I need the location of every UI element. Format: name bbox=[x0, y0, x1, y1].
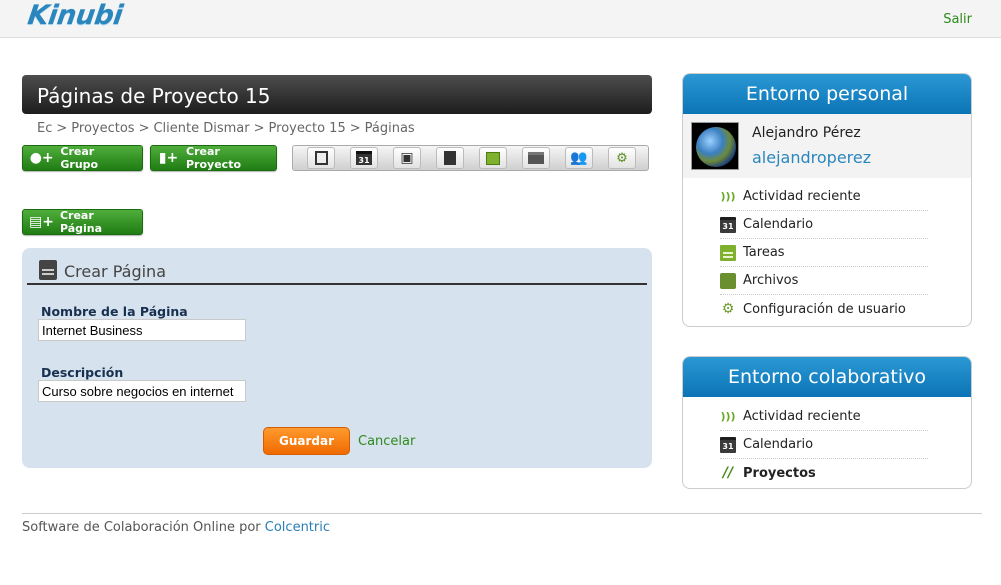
create-page-button[interactable]: ▤+ Crear Página bbox=[22, 209, 143, 235]
collab-item-calendar[interactable]: 31 Calendario bbox=[720, 431, 928, 459]
menu-item-label: Actividad reciente bbox=[743, 189, 861, 204]
personal-menu: ))) Actividad reciente 31 Calendario Tarea… bbox=[683, 178, 971, 323]
create-group-button[interactable]: ●+ Crear Grupo bbox=[22, 145, 143, 171]
breadcrumb-separator: > bbox=[56, 121, 68, 136]
top-bar: Kinubi Salir bbox=[0, 0, 1001, 38]
menu-item-label: Proyectos bbox=[743, 465, 816, 481]
page-name-label: Nombre de la Página bbox=[41, 304, 188, 319]
calendar-icon[interactable]: 31 bbox=[350, 147, 378, 169]
footer-divider bbox=[22, 513, 982, 514]
page-title: Páginas de Proyecto 15 bbox=[22, 75, 652, 114]
collab-box-title: Entorno colaborativo bbox=[683, 357, 971, 397]
footer-text: Software de Colaboración Online por bbox=[22, 520, 265, 535]
menu-item-label: Calendario bbox=[743, 217, 814, 232]
settings-icon: ⚙ bbox=[721, 301, 735, 317]
create-page-panel: Crear Página Nombre de la Página Descrip… bbox=[22, 248, 652, 468]
username-link[interactable]: alejandroperez bbox=[752, 148, 871, 167]
users-icon[interactable]: 👥 bbox=[565, 147, 593, 169]
description-label: Descripción bbox=[41, 365, 124, 380]
breadcrumb-separator: > bbox=[253, 121, 265, 136]
tasks-icon bbox=[720, 244, 736, 261]
breadcrumb-separator: > bbox=[138, 121, 150, 136]
avatar[interactable] bbox=[691, 122, 739, 170]
footer: Software de Colaboración Online por Colc… bbox=[22, 520, 330, 535]
breadcrumb-item[interactable]: Cliente Dismar bbox=[153, 121, 249, 136]
group-add-icon: ●+ bbox=[29, 150, 54, 166]
breadcrumb-item: Páginas bbox=[364, 121, 415, 136]
folder-icon bbox=[720, 272, 736, 289]
folder-icon[interactable] bbox=[522, 147, 550, 169]
breadcrumb: Ec > Proyectos > Cliente Dismar > Proyecto 15 >… bbox=[37, 121, 415, 136]
rss-icon: ))) bbox=[720, 190, 736, 203]
projects-icon: // bbox=[722, 465, 734, 481]
calendar-icon: 31 bbox=[720, 436, 736, 453]
menu-item-label: Tareas bbox=[743, 245, 785, 260]
cancel-link[interactable]: Cancelar bbox=[358, 434, 415, 449]
calendar-icon: 31 bbox=[720, 216, 736, 233]
personal-environment-box: Entorno personal Alejandro Pérez alejand… bbox=[682, 73, 972, 327]
menu-item-label: Actividad reciente bbox=[743, 409, 861, 424]
create-project-button[interactable]: ▮+ Crear Proyecto bbox=[150, 145, 277, 171]
save-button[interactable]: Guardar bbox=[263, 427, 350, 455]
page-name-field[interactable] bbox=[38, 319, 246, 341]
tasks-icon[interactable] bbox=[479, 147, 507, 169]
page-add-icon: ▤+ bbox=[29, 214, 54, 230]
project-add-icon: ▮+ bbox=[158, 150, 179, 166]
breadcrumb-item[interactable]: Proyecto 15 bbox=[269, 121, 346, 136]
user-full-name: Alejandro Pérez bbox=[752, 125, 861, 141]
note-icon[interactable] bbox=[436, 147, 464, 169]
personal-item-activity[interactable]: ))) Actividad reciente bbox=[720, 183, 928, 211]
chat-icon[interactable]: ▣ bbox=[393, 147, 421, 169]
panel-header: Crear Página bbox=[27, 258, 647, 285]
personal-item-calendar[interactable]: 31 Calendario bbox=[720, 211, 928, 239]
description-field[interactable] bbox=[38, 380, 246, 402]
user-profile: Alejandro Pérez alejandroperez bbox=[683, 114, 971, 178]
collaborative-environment-box: Entorno colaborativo ))) Actividad recien… bbox=[682, 356, 972, 489]
personal-item-tasks[interactable]: Tareas bbox=[720, 239, 928, 267]
settings-icon[interactable]: ⚙ bbox=[608, 147, 636, 169]
page-icon bbox=[39, 260, 57, 280]
tool-strip: 31 ▣ 👥 ⚙ bbox=[292, 145, 649, 171]
create-page-label: Crear Página bbox=[59, 209, 103, 235]
create-project-label: Crear Proyecto bbox=[186, 145, 242, 171]
page-icon[interactable] bbox=[307, 147, 335, 169]
collab-menu: ))) Actividad reciente 31 Calendario // Pro… bbox=[683, 397, 971, 487]
personal-item-files[interactable]: Archivos bbox=[720, 267, 928, 295]
personal-box-title: Entorno personal bbox=[683, 74, 971, 114]
menu-item-label: Calendario bbox=[743, 437, 814, 452]
personal-item-settings[interactable]: ⚙ Configuración de usuario bbox=[720, 295, 928, 323]
logo[interactable]: Kinubi bbox=[26, 0, 125, 31]
breadcrumb-item[interactable]: Ec bbox=[37, 121, 52, 136]
collab-item-activity[interactable]: ))) Actividad reciente bbox=[720, 403, 928, 431]
panel-title: Crear Página bbox=[64, 262, 166, 281]
breadcrumb-separator: > bbox=[349, 121, 361, 136]
menu-item-label: Archivos bbox=[743, 273, 799, 288]
create-group-label: Crear Grupo bbox=[60, 145, 99, 171]
footer-link[interactable]: Colcentric bbox=[265, 520, 330, 535]
logout-link[interactable]: Salir bbox=[943, 12, 972, 27]
collab-item-projects[interactable]: // Proyectos bbox=[720, 459, 928, 487]
menu-item-label: Configuración de usuario bbox=[743, 301, 906, 317]
breadcrumb-item[interactable]: Proyectos bbox=[71, 121, 134, 136]
rss-icon: ))) bbox=[720, 410, 736, 423]
